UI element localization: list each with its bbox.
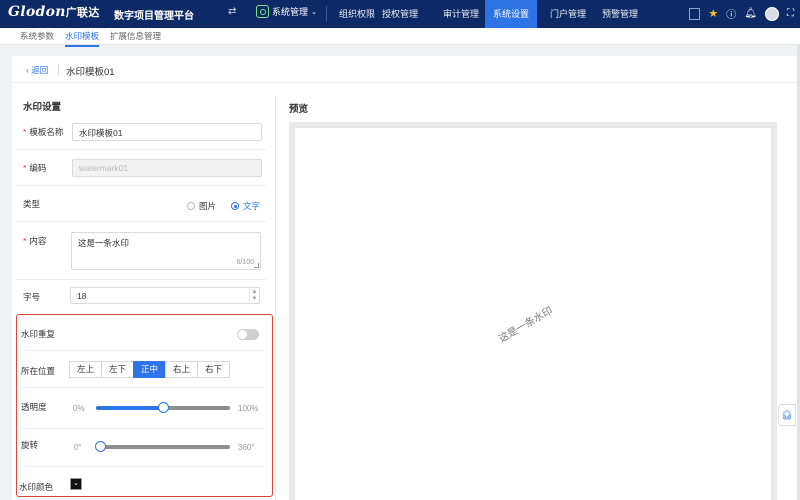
nav-item-portal[interactable]: 门户管理 — [542, 0, 594, 28]
color-label: 水印颜色 — [19, 482, 54, 492]
rotation-label: 旋转 — [21, 440, 39, 450]
fontsize-label: 字号 — [23, 292, 41, 302]
rotation-max: 360° — [238, 443, 255, 452]
star-icon[interactable]: ★ — [708, 7, 718, 20]
content-label: * 内容 — [23, 235, 46, 247]
opacity-fill — [96, 406, 163, 410]
position-top-right[interactable]: 右上 — [165, 361, 199, 378]
opacity-label: 透明度 — [21, 402, 47, 412]
header-divider — [58, 64, 59, 76]
position-bottom-right[interactable]: 右下 — [197, 361, 231, 378]
resize-handle[interactable] — [254, 263, 259, 268]
rotation-thumb[interactable] — [94, 441, 106, 452]
row-divider — [16, 279, 266, 280]
page-title: 水印模板01 — [66, 67, 115, 78]
logo-cn: 广联达 — [65, 6, 100, 19]
position-label: 所在位置 — [21, 366, 56, 376]
nav-item-alert[interactable]: 预警管理 — [594, 0, 646, 28]
radio-circle-selected — [231, 202, 239, 210]
panel-divider — [275, 96, 276, 500]
radio-label-image: 图片 — [199, 201, 217, 211]
chevron-down-icon: ⌄ — [73, 480, 79, 487]
row-divider — [21, 428, 264, 429]
brand-logo[interactable]: Glodon广联达 — [8, 4, 100, 20]
type-radio-text[interactable]: 文字 — [231, 200, 260, 212]
template-name-input[interactable]: 水印模板01 — [72, 123, 262, 141]
stepper-up-icon[interactable]: ▲ — [252, 289, 258, 295]
logo-text: Glodon — [8, 4, 66, 20]
row-divider — [21, 350, 264, 351]
radio-label-text: 文字 — [243, 201, 261, 211]
code-input[interactable]: watermark01 — [72, 159, 262, 177]
row-divider — [21, 466, 264, 467]
radio-circle — [187, 202, 195, 210]
tab-bar: 系统参数 水印模板 扩展信息管理 — [0, 28, 800, 47]
required-mark: * — [23, 236, 27, 246]
stepper-down-icon[interactable]: ▼ — [252, 296, 258, 302]
name-label: * 模板名称 — [23, 126, 63, 138]
content-label-text: 内容 — [29, 236, 47, 246]
tab-extension-info[interactable]: 扩展信息管理 — [110, 30, 161, 42]
opacity-min: 0% — [73, 404, 85, 413]
opacity-slider[interactable] — [96, 402, 230, 413]
code-label: * 编码 — [23, 162, 46, 174]
back-label: 返回 — [31, 65, 49, 75]
nav-item-audit[interactable]: 审计管理 — [435, 0, 487, 28]
number-stepper[interactable]: ▲ ▼ — [249, 288, 259, 303]
back-button[interactable]: ‹ 返回 — [26, 64, 48, 76]
position-bottom-left[interactable]: 左下 — [101, 361, 135, 378]
opacity-max: 100% — [238, 404, 259, 413]
side-panel-handle[interactable]: 🎧︎ — [778, 404, 796, 426]
row-divider — [16, 149, 266, 150]
headset-icon: 🎧︎ — [781, 410, 793, 420]
panel-toggle-icon[interactable] — [689, 7, 701, 20]
name-label-text: 模板名称 — [29, 127, 64, 137]
system-switch[interactable]: 系统管理 ⌄ — [256, 5, 317, 18]
position-top-left[interactable]: 左上 — [69, 361, 103, 378]
avatar[interactable] — [765, 6, 779, 21]
card-header: ‹ 返回 水印模板01 — [12, 56, 800, 83]
tab-system-params[interactable]: 系统参数 — [20, 30, 54, 42]
char-counter: 6/100 — [236, 259, 254, 266]
nav-divider — [326, 6, 327, 22]
repeat-label: 水印重复 — [21, 329, 56, 339]
rotation-slider[interactable] — [94, 441, 230, 452]
section-title: 水印设置 — [23, 102, 62, 113]
position-segmented: 左上 左下 正中 右上 右下 — [69, 361, 231, 378]
rotation-min: 0° — [74, 443, 82, 452]
top-right-tools: ★ ⓘ 🔔︎ ⛶ — [689, 6, 794, 21]
color-picker[interactable]: ⌄ — [70, 478, 82, 490]
content-textarea[interactable]: 这是一条水印 6/100 — [71, 232, 261, 270]
fontsize-value: 18 — [77, 291, 87, 301]
row-divider — [21, 387, 264, 388]
type-radio-image[interactable]: 图片 — [187, 200, 216, 212]
preview-title: 预览 — [289, 104, 309, 115]
system-app-icon — [256, 5, 269, 18]
bell-icon[interactable]: 🔔︎ — [744, 8, 757, 19]
content-value: 这是一条水印 — [78, 238, 130, 248]
opacity-thumb[interactable] — [157, 402, 169, 413]
type-label: 类型 — [23, 199, 41, 209]
tab-watermark-template[interactable]: 水印模板 — [65, 30, 100, 47]
system-switch-label: 系统管理 — [272, 7, 309, 17]
row-divider — [16, 185, 266, 186]
platform-name: 数字项目管理平台 — [114, 11, 194, 22]
nav-item-auth[interactable]: 授权管理 — [374, 0, 426, 28]
help-icon[interactable]: ⓘ — [726, 6, 736, 21]
position-center[interactable]: 正中 — [133, 361, 167, 378]
fontsize-input[interactable]: 18 ▲ ▼ — [70, 287, 260, 304]
row-divider — [16, 221, 266, 222]
code-label-text: 编码 — [29, 163, 47, 173]
top-bar: Glodon广联达 数字项目管理平台 ⇄ 系统管理 ⌄ 组织权限 授权管理 审计… — [0, 0, 800, 28]
translate-icon[interactable]: ⇄ — [228, 6, 236, 17]
required-mark: * — [23, 127, 27, 137]
repeat-toggle[interactable] — [237, 329, 259, 340]
nav-item-settings[interactable]: 系统设置 — [485, 0, 538, 28]
fullscreen-icon[interactable]: ⛶ — [787, 8, 794, 19]
required-mark: * — [23, 163, 27, 173]
chevron-down-icon: ⌄ — [311, 8, 317, 16]
